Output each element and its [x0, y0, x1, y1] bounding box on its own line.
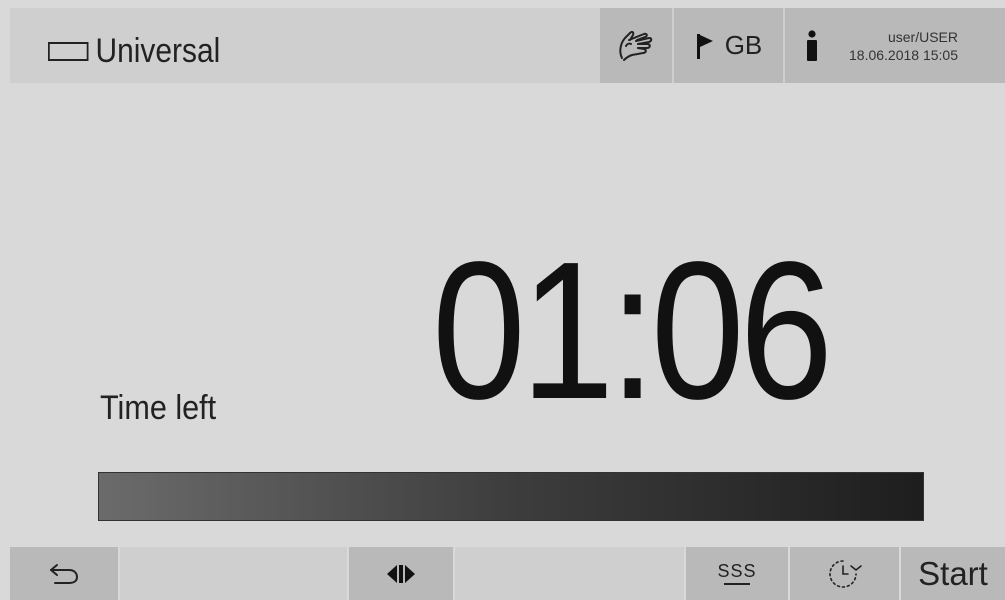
remaining-time-display: 01:06 — [432, 221, 833, 440]
date-time: 18.06.2018 15:05 — [849, 46, 958, 63]
person-icon — [807, 29, 817, 61]
progress-bar — [98, 472, 924, 521]
program-name: Universal — [95, 32, 221, 70]
drying-button[interactable]: SSS — [686, 547, 788, 600]
flag-icon — [696, 33, 713, 59]
main-panel: Time left 01:06 — [0, 83, 1005, 547]
drying-heat-icon: SSS — [717, 562, 756, 585]
back-arrow-icon — [50, 563, 78, 584]
manual-mode-button[interactable] — [600, 8, 672, 83]
program-title: Universal — [48, 32, 220, 71]
hand-touch-icon — [619, 30, 653, 61]
back-button[interactable] — [10, 547, 118, 600]
header-bar: Universal GB user/USER 18.06.2018 15:05 — [10, 8, 1005, 83]
program-rectangle-icon — [48, 42, 89, 61]
user-name: user/USER — [887, 28, 958, 45]
footer-empty-slot-1 — [120, 547, 347, 600]
door-open-close-icon — [387, 564, 415, 583]
time-left-label: Time left — [100, 389, 217, 427]
footer-bar: SSS Start — [0, 547, 1005, 600]
language-code: GB — [724, 30, 763, 60]
user-info-button[interactable]: user/USER 18.06.2018 15:05 — [785, 8, 1005, 83]
delayed-start-button[interactable] — [790, 547, 899, 600]
door-button[interactable] — [349, 547, 453, 600]
delayed-start-clock-icon — [828, 559, 862, 588]
drying-symbol: SSS — [717, 561, 757, 581]
progress-fill — [99, 473, 923, 520]
footer-empty-slot-2 — [455, 547, 684, 600]
language-button[interactable]: GB — [674, 8, 783, 83]
drying-underline — [724, 583, 750, 585]
start-button[interactable]: Start — [901, 547, 1005, 600]
